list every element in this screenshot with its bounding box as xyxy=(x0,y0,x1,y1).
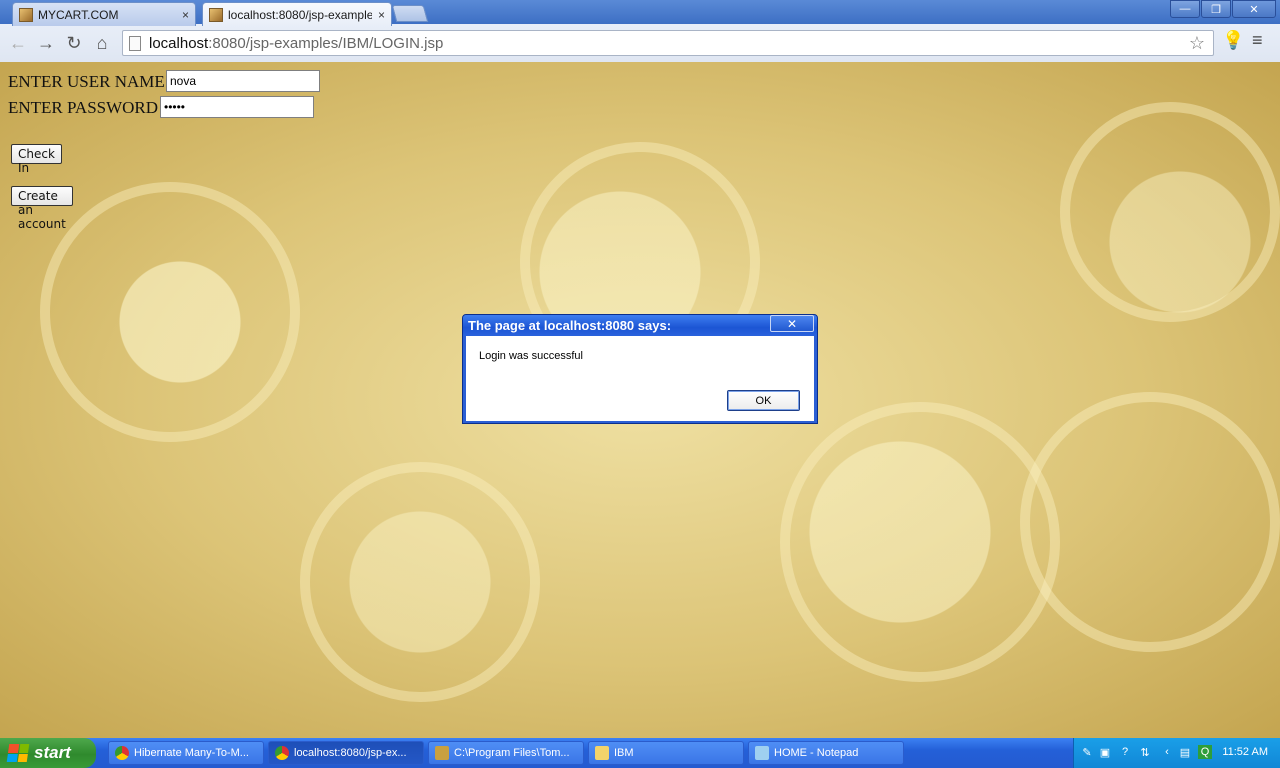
folder-icon xyxy=(595,746,609,760)
address-bar[interactable]: localhost:8080/jsp-examples/IBM/LOGIN.js… xyxy=(122,30,1214,56)
taskbar-item-label: localhost:8080/jsp-ex... xyxy=(294,747,407,759)
browser-chrome: MYCART.COM × localhost:8080/jsp-examples… xyxy=(0,0,1280,62)
password-label: ENTER PASSWORD xyxy=(8,98,159,117)
taskbar-item-label: Hibernate Many-To-M... xyxy=(134,747,249,759)
url-host: localhost xyxy=(149,34,209,52)
background-swirl xyxy=(300,462,540,702)
start-button[interactable]: start xyxy=(0,738,96,768)
dialog-close-icon[interactable]: ✕ xyxy=(770,315,814,332)
back-arrow-icon[interactable]: ← xyxy=(4,29,32,57)
reload-icon[interactable]: ↻ xyxy=(60,29,88,57)
maximize-button[interactable]: ❐ xyxy=(1201,0,1231,18)
username-label: ENTER USER NAME xyxy=(8,72,165,91)
taskbar-item-ibm[interactable]: IBM xyxy=(588,741,744,765)
browser-menu-icon[interactable]: ≡ xyxy=(1252,30,1263,51)
windows-flag-icon xyxy=(6,744,30,762)
new-tab-button[interactable] xyxy=(391,5,429,22)
alert-dialog: The page at localhost:8080 says: ✕ Login… xyxy=(462,314,818,424)
background-swirl xyxy=(40,182,300,442)
tab-strip: MYCART.COM × localhost:8080/jsp-examples… xyxy=(0,0,1280,26)
taskbar-item-hibernate[interactable]: Hibernate Many-To-M... xyxy=(108,741,264,765)
page-icon xyxy=(129,35,141,51)
q-app-icon[interactable]: Q xyxy=(1198,745,1212,759)
dialog-message: Login was successful xyxy=(479,350,583,362)
background-swirl xyxy=(1060,102,1280,322)
taskbar-item-localhost[interactable]: localhost:8080/jsp-ex... xyxy=(268,741,424,765)
bookmark-star-icon[interactable]: ☆ xyxy=(1189,33,1205,54)
close-window-button[interactable]: ✕ xyxy=(1232,0,1276,18)
tab-title: localhost:8080/jsp-examples xyxy=(228,7,372,22)
tab-title: MYCART.COM xyxy=(38,7,119,22)
browser-toolbar: ← → ↻ ⌂ localhost:8080/jsp-examples/IBM/… xyxy=(0,26,1280,60)
pen-icon[interactable]: ✎ xyxy=(1080,745,1094,759)
monitor-icon[interactable]: ▤ xyxy=(1178,745,1192,759)
tab-close-icon[interactable]: × xyxy=(182,8,189,22)
extension-bulb-icon[interactable]: 💡 xyxy=(1222,30,1244,51)
tab-mycart[interactable]: MYCART.COM × xyxy=(12,2,196,26)
taskbar-item-notepad[interactable]: HOME - Notepad xyxy=(748,741,904,765)
dialog-ok-button[interactable]: OK xyxy=(727,390,800,411)
home-icon[interactable]: ⌂ xyxy=(88,29,116,57)
dialog-title: The page at localhost:8080 says: xyxy=(463,315,817,336)
background-swirl xyxy=(780,402,1060,682)
clock: 11:52 AM xyxy=(1222,746,1268,758)
tab-localhost[interactable]: localhost:8080/jsp-examples × xyxy=(202,2,392,26)
window-controls: — ❐ ✕ xyxy=(1169,0,1276,18)
chat-icon[interactable]: ▣ xyxy=(1098,745,1112,759)
taskbar-item-label: C:\Program Files\Tom... xyxy=(454,747,570,759)
forward-arrow-icon[interactable]: → xyxy=(32,29,60,57)
tab-favicon-icon xyxy=(209,7,223,22)
chrome-icon xyxy=(275,746,289,760)
taskbar-item-tomcat[interactable]: C:\Program Files\Tom... xyxy=(428,741,584,765)
taskbar: start Hibernate Many-To-M... localhost:8… xyxy=(0,738,1280,768)
notepad-icon xyxy=(755,746,769,760)
system-tray: ✎ ▣ ? ⇅ ‹ ▤ Q 11:52 AM xyxy=(1073,738,1280,768)
tab-favicon-icon xyxy=(19,7,33,22)
help-icon[interactable]: ? xyxy=(1118,745,1132,759)
expand-tray-icon[interactable]: ‹ xyxy=(1160,745,1174,759)
tab-close-icon[interactable]: × xyxy=(378,8,385,22)
tomcat-icon xyxy=(435,746,449,760)
background-swirl xyxy=(1020,392,1280,652)
taskbar-item-label: HOME - Notepad xyxy=(774,747,859,759)
url-path: :8080/jsp-examples/IBM/LOGIN.jsp xyxy=(208,34,444,52)
minimize-button[interactable]: — xyxy=(1170,0,1200,18)
password-input[interactable]: ••••• xyxy=(160,96,314,118)
network-icon[interactable]: ⇅ xyxy=(1138,745,1152,759)
create-account-button[interactable]: Create an account xyxy=(11,186,73,231)
start-label: start xyxy=(34,743,71,762)
taskbar-item-label: IBM xyxy=(614,747,634,759)
chrome-icon xyxy=(115,746,129,760)
dialog-body: Login was successful OK xyxy=(466,336,814,421)
username-input[interactable]: nova xyxy=(166,70,320,92)
check-in-button[interactable]: Check In xyxy=(11,144,62,175)
